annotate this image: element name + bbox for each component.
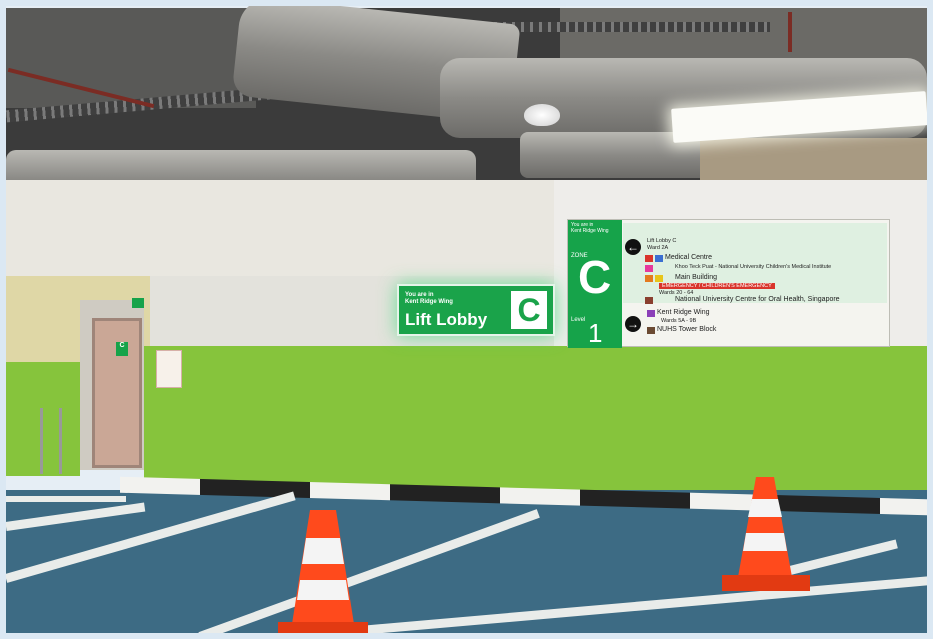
floor-marking bbox=[6, 496, 126, 502]
level-number: 1 bbox=[588, 318, 603, 348]
badge-f bbox=[645, 275, 653, 282]
exit-sign: C bbox=[116, 342, 128, 356]
zone-letter: C bbox=[578, 251, 612, 303]
badge-h bbox=[645, 297, 653, 304]
arrow-left-icon: ← bbox=[625, 239, 641, 255]
badge-e bbox=[645, 265, 653, 272]
sign-line: Medical Centre bbox=[665, 254, 713, 261]
lift-door bbox=[92, 318, 142, 468]
level-label: Level bbox=[571, 317, 586, 323]
ceiling-beam bbox=[6, 180, 554, 276]
badge-k bbox=[647, 310, 655, 317]
sign-line: Khoo Teck Puat - National University Chi… bbox=[675, 264, 832, 270]
sign-line: Lift Lobby C bbox=[647, 238, 677, 244]
upper-directions: ← Lift Lobby C Ward 2A Medical Centre Kh… bbox=[623, 223, 887, 304]
lobby-sign-subtitle: You are in Kent Ridge Wing bbox=[405, 292, 453, 305]
badge-b bbox=[655, 255, 663, 262]
directory-sign: You are in Kent Ridge Wing ZONE C Level … bbox=[567, 219, 890, 348]
arrow-right-icon: → bbox=[625, 316, 641, 332]
sign-line: Kent Ridge Wing bbox=[657, 309, 710, 316]
sign-line: Ward 2A bbox=[647, 245, 669, 251]
pendant-lamp bbox=[524, 104, 560, 126]
sign-line: Wards 5A - 9B bbox=[661, 318, 697, 324]
queue-stand bbox=[40, 408, 62, 474]
lobby-zone-letter: C bbox=[511, 291, 547, 329]
badge-j bbox=[647, 327, 655, 334]
traffic-cone bbox=[278, 510, 368, 639]
lobby-sign-title: Lift Lobby bbox=[405, 310, 488, 329]
pipe bbox=[788, 12, 792, 52]
lower-directions: → Kent Ridge Wing Wards 5A - 9B NUHS Tow… bbox=[623, 306, 887, 344]
sign-header: You are in Kent Ridge Wing bbox=[571, 222, 609, 234]
badge-a bbox=[645, 255, 653, 262]
badge-g bbox=[655, 275, 663, 282]
sign-line: Main Building bbox=[675, 274, 718, 281]
parking-lot-scene: C You are in Kent Ridge Wing Lift Lobby … bbox=[0, 0, 933, 639]
exit-sign bbox=[132, 298, 144, 308]
emergency-label: EMERGENCY / CHILDREN'S EMERGENCY bbox=[659, 283, 775, 289]
sign-line: National University Centre for Oral Heal… bbox=[675, 296, 840, 303]
sign-line: NUHS Tower Block bbox=[657, 326, 717, 333]
notice-poster bbox=[156, 350, 182, 388]
zone-panel: You are in Kent Ridge Wing ZONE C Level … bbox=[568, 220, 622, 348]
traffic-cone bbox=[722, 477, 810, 591]
lift-lobby-sign: You are in Kent Ridge Wing Lift Lobby C bbox=[397, 284, 555, 336]
